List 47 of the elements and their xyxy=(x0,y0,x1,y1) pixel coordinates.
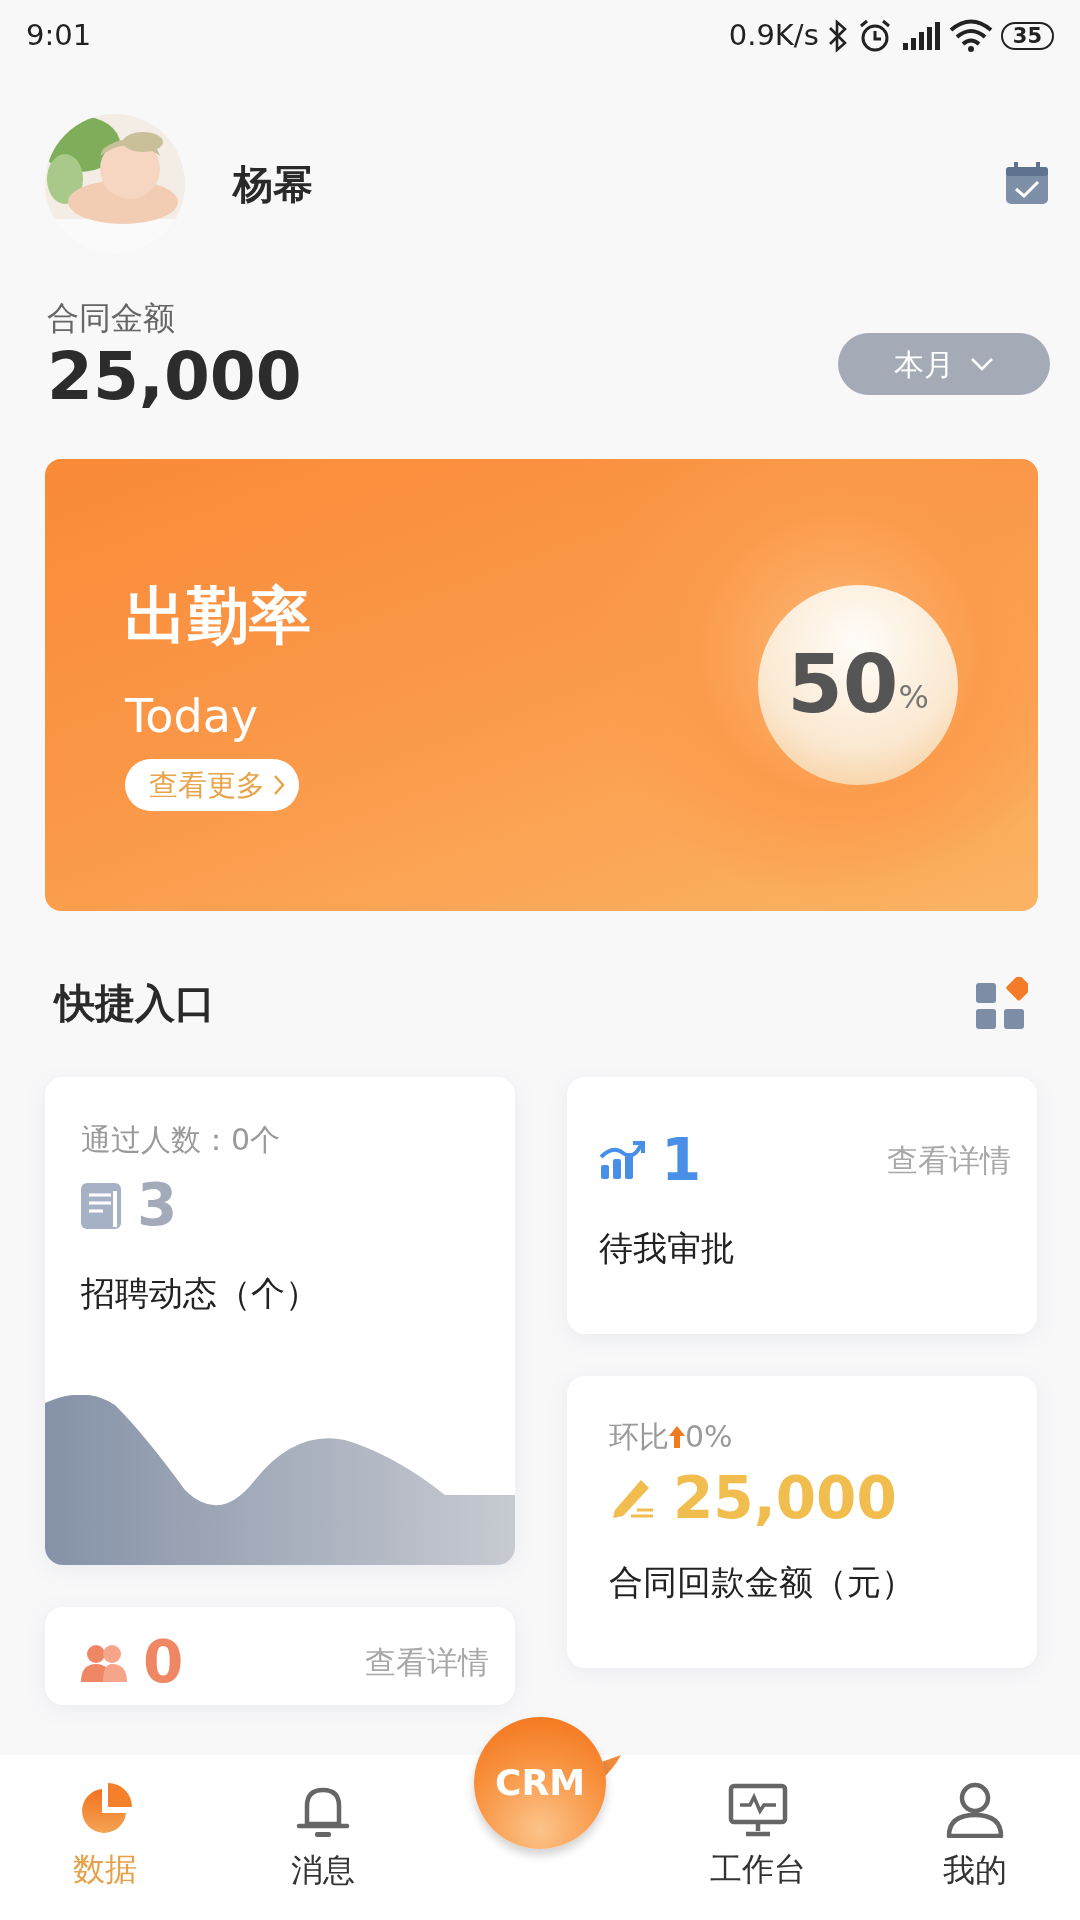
attendance-value: 50 xyxy=(787,637,899,734)
bluetooth-icon xyxy=(826,19,849,53)
more-button[interactable]: 查看更多 xyxy=(125,759,299,812)
card-value: 25,000 xyxy=(673,1469,897,1528)
card-value: 1 xyxy=(661,1131,702,1190)
details-link[interactable]: 查看详情 xyxy=(365,1639,489,1686)
chevron-down-icon xyxy=(970,357,994,372)
chevron-right-icon xyxy=(273,774,285,797)
details-link[interactable]: 查看详情 xyxy=(887,1137,1011,1184)
crm-button[interactable]: CRM xyxy=(474,1717,606,1849)
network-speed: 0.9K/s xyxy=(728,17,819,55)
banner-subtitle: Today xyxy=(125,688,259,746)
shortcut-card[interactable]: 0 查看详情 xyxy=(45,1607,515,1706)
up-arrow-icon xyxy=(669,1425,685,1448)
summary-label: 合同金额 xyxy=(47,298,176,339)
user-name: 杨幂 xyxy=(233,160,313,209)
card-note: 通过人数：0个 xyxy=(81,1121,282,1160)
card-value: 3 xyxy=(137,1176,178,1235)
grid-icon xyxy=(976,977,1028,1030)
card-label: 招聘动态（个） xyxy=(81,1272,320,1316)
shortcut-card[interactable]: 环比 0% 25,000 合同回款金额（元） xyxy=(567,1376,1037,1669)
card-label: 待我审批 xyxy=(599,1227,736,1271)
summary-value: 25,000 xyxy=(47,342,302,412)
people-icon xyxy=(81,1642,127,1683)
calendar-icon xyxy=(1004,162,1050,206)
shortcut-card[interactable]: 1 查看详情 待我审批 xyxy=(567,1077,1037,1335)
change-value: 0% xyxy=(685,1418,733,1457)
card-value: 0 xyxy=(143,1633,184,1692)
battery-indicator: 35 xyxy=(1000,22,1054,50)
change-label: 环比 xyxy=(609,1418,669,1457)
shortcut-card[interactable]: 通过人数：0个 3 招聘动态（个） xyxy=(45,1077,515,1566)
tab-item[interactable]: 我的 xyxy=(890,1781,1060,1894)
percent-unit: % xyxy=(898,677,929,719)
status-time: 9:01 xyxy=(26,17,92,55)
section-title: 快捷入口 xyxy=(55,979,215,1029)
notebook-icon xyxy=(81,1181,121,1230)
signal-icon xyxy=(900,21,941,51)
banner-title: 出勤率 xyxy=(125,578,311,655)
tab-item[interactable]: 消息 xyxy=(237,1781,408,1894)
bar-chart-icon xyxy=(599,1141,645,1180)
monitor-icon xyxy=(727,1782,788,1837)
card-label: 合同回款金额（元） xyxy=(609,1561,916,1605)
tab-item[interactable]: 数据 xyxy=(20,1782,190,1893)
person-icon xyxy=(946,1781,1004,1838)
tab-item[interactable]: 工作台 xyxy=(672,1782,843,1893)
wifi-icon xyxy=(948,19,993,53)
period-dropdown[interactable]: 本月 xyxy=(838,333,1050,396)
